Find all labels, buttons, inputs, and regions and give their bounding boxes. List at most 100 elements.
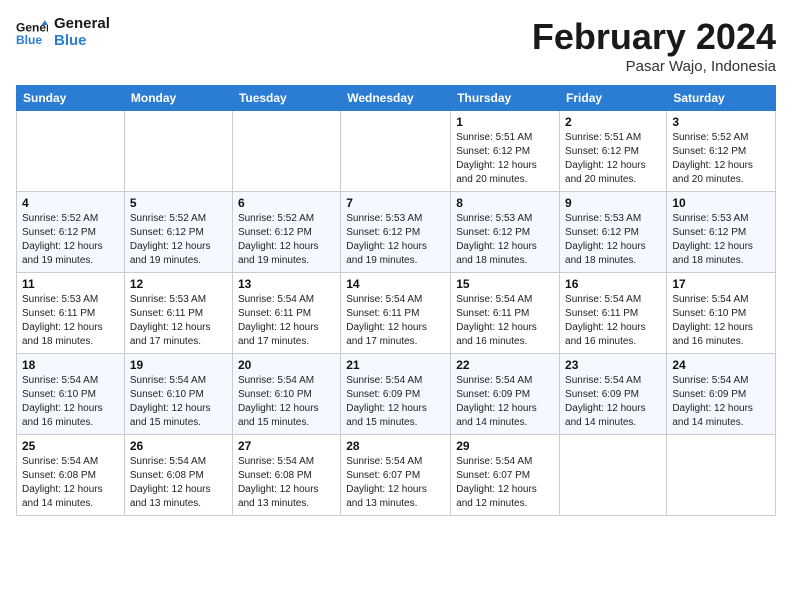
calendar-cell: 4 Sunrise: 5:52 AM Sunset: 6:12 PM Daylig… [17, 192, 125, 273]
day-info: Sunrise: 5:53 AM Sunset: 6:12 PM Dayligh… [456, 212, 554, 268]
day-number: 6 [238, 196, 335, 210]
calendar-cell [232, 111, 340, 192]
day-number: 2 [565, 115, 661, 129]
day-number: 20 [238, 358, 335, 372]
day-number: 26 [130, 439, 227, 453]
calendar-week-row: 25 Sunrise: 5:54 AM Sunset: 6:08 PM Dayli… [17, 435, 776, 516]
calendar-cell [17, 111, 125, 192]
day-info: Sunrise: 5:54 AM Sunset: 6:11 PM Dayligh… [238, 293, 335, 349]
calendar-week-row: 18 Sunrise: 5:54 AM Sunset: 6:10 PM Dayli… [17, 354, 776, 435]
day-number: 7 [346, 196, 445, 210]
day-number: 11 [22, 277, 119, 291]
calendar-cell: 11 Sunrise: 5:53 AM Sunset: 6:11 PM Dayli… [17, 273, 125, 354]
day-info: Sunrise: 5:52 AM Sunset: 6:12 PM Dayligh… [238, 212, 335, 268]
calendar-cell: 10 Sunrise: 5:53 AM Sunset: 6:12 PM Dayli… [667, 192, 776, 273]
day-info: Sunrise: 5:54 AM Sunset: 6:09 PM Dayligh… [346, 374, 445, 430]
calendar-cell: 1Sunrise: 5:51 AM Sunset: 6:12 PM Daylig… [451, 111, 560, 192]
calendar-cell: 5 Sunrise: 5:52 AM Sunset: 6:12 PM Daylig… [124, 192, 232, 273]
day-number: 10 [672, 196, 770, 210]
calendar-cell: 16 Sunrise: 5:54 AM Sunset: 6:11 PM Dayli… [560, 273, 667, 354]
calendar-cell: 3Sunrise: 5:52 AM Sunset: 6:12 PM Daylig… [667, 111, 776, 192]
day-number: 24 [672, 358, 770, 372]
day-info: Sunrise: 5:54 AM Sunset: 6:11 PM Dayligh… [346, 293, 445, 349]
weekday-header-tuesday: Tuesday [232, 86, 340, 111]
day-info: Sunrise: 5:53 AM Sunset: 6:12 PM Dayligh… [346, 212, 445, 268]
day-info: Sunrise: 5:54 AM Sunset: 6:07 PM Dayligh… [456, 455, 554, 511]
day-info: Sunrise: 5:54 AM Sunset: 6:11 PM Dayligh… [456, 293, 554, 349]
svg-text:Blue: Blue [16, 33, 42, 47]
weekday-header-monday: Monday [124, 86, 232, 111]
weekday-header-saturday: Saturday [667, 86, 776, 111]
day-info: Sunrise: 5:54 AM Sunset: 6:10 PM Dayligh… [130, 374, 227, 430]
day-info: Sunrise: 5:54 AM Sunset: 6:11 PM Dayligh… [565, 293, 661, 349]
calendar-week-row: 4 Sunrise: 5:52 AM Sunset: 6:12 PM Daylig… [17, 192, 776, 273]
day-number: 25 [22, 439, 119, 453]
day-info: Sunrise: 5:54 AM Sunset: 6:08 PM Dayligh… [130, 455, 227, 511]
month-title: February 2024 [532, 16, 776, 58]
day-info: Sunrise: 5:52 AM Sunset: 6:12 PM Dayligh… [672, 131, 770, 187]
calendar-cell: 9 Sunrise: 5:53 AM Sunset: 6:12 PM Daylig… [560, 192, 667, 273]
calendar-cell: 8 Sunrise: 5:53 AM Sunset: 6:12 PM Daylig… [451, 192, 560, 273]
day-info: Sunrise: 5:53 AM Sunset: 6:11 PM Dayligh… [22, 293, 119, 349]
weekday-header-row: SundayMondayTuesdayWednesdayThursdayFrid… [17, 86, 776, 111]
day-number: 18 [22, 358, 119, 372]
calendar-cell: 22 Sunrise: 5:54 AM Sunset: 6:09 PM Dayli… [451, 354, 560, 435]
day-info: Sunrise: 5:54 AM Sunset: 6:08 PM Dayligh… [22, 455, 119, 511]
day-info: Sunrise: 5:53 AM Sunset: 6:12 PM Dayligh… [565, 212, 661, 268]
calendar-cell: 25 Sunrise: 5:54 AM Sunset: 6:08 PM Dayli… [17, 435, 125, 516]
day-info: Sunrise: 5:54 AM Sunset: 6:10 PM Dayligh… [238, 374, 335, 430]
day-number: 22 [456, 358, 554, 372]
logo-icon: General Blue [16, 17, 48, 49]
logo: General Blue General Blue [16, 16, 110, 49]
calendar-cell: 2 Sunrise: 5:51 AM Sunset: 6:12 PM Daylig… [560, 111, 667, 192]
day-number: 1 [456, 115, 554, 129]
day-info: Sunrise: 5:54 AM Sunset: 6:09 PM Dayligh… [456, 374, 554, 430]
day-info: Sunrise: 5:54 AM Sunset: 6:10 PM Dayligh… [22, 374, 119, 430]
day-number: 14 [346, 277, 445, 291]
calendar-cell: 26 Sunrise: 5:54 AM Sunset: 6:08 PM Dayli… [124, 435, 232, 516]
location-subtitle: Pasar Wajo, Indonesia [532, 58, 776, 75]
weekday-header-sunday: Sunday [17, 86, 125, 111]
calendar-cell [667, 435, 776, 516]
day-info: Sunrise: 5:54 AM Sunset: 6:09 PM Dayligh… [672, 374, 770, 430]
day-number: 21 [346, 358, 445, 372]
day-info: Sunrise: 5:53 AM Sunset: 6:12 PM Dayligh… [672, 212, 770, 268]
day-number: 15 [456, 277, 554, 291]
day-number: 5 [130, 196, 227, 210]
calendar-week-row: 11 Sunrise: 5:53 AM Sunset: 6:11 PM Dayli… [17, 273, 776, 354]
day-number: 23 [565, 358, 661, 372]
calendar-table: SundayMondayTuesdayWednesdayThursdayFrid… [16, 85, 776, 516]
day-info: Sunrise: 5:52 AM Sunset: 6:12 PM Dayligh… [130, 212, 227, 268]
logo-general-text: General [54, 16, 110, 33]
day-info: Sunrise: 5:51 AM Sunset: 6:12 PM Dayligh… [565, 131, 661, 187]
calendar-cell [341, 111, 451, 192]
day-number: 16 [565, 277, 661, 291]
weekday-header-thursday: Thursday [451, 86, 560, 111]
calendar-cell: 17Sunrise: 5:54 AM Sunset: 6:10 PM Dayli… [667, 273, 776, 354]
calendar-cell: 23Sunrise: 5:54 AM Sunset: 6:09 PM Dayli… [560, 354, 667, 435]
calendar-week-row: 1 Sunrise: 5:51 AM Sunset: 6:12 PM Daylig… [17, 111, 776, 192]
calendar-cell: 29 Sunrise: 5:54 AM Sunset: 6:07 PM Dayli… [451, 435, 560, 516]
day-number: 12 [130, 277, 227, 291]
calendar-cell: 14 Sunrise: 5:54 AM Sunset: 6:11 PM Dayli… [341, 273, 451, 354]
day-number: 8 [456, 196, 554, 210]
calendar-cell [124, 111, 232, 192]
title-block: February 2024 Pasar Wajo, Indonesia [532, 16, 776, 75]
day-number: 4 [22, 196, 119, 210]
day-number: 28 [346, 439, 445, 453]
logo-blue-text: Blue [54, 33, 110, 50]
calendar-cell: 24 Sunrise: 5:54 AM Sunset: 6:09 PM Dayli… [667, 354, 776, 435]
calendar-cell: 20 Sunrise: 5:54 AM Sunset: 6:10 PM Dayli… [232, 354, 340, 435]
day-number: 19 [130, 358, 227, 372]
calendar-cell [560, 435, 667, 516]
page-header: General Blue General Blue February 2024 … [16, 16, 776, 75]
day-number: 29 [456, 439, 554, 453]
day-number: 13 [238, 277, 335, 291]
day-info: Sunrise: 5:52 AM Sunset: 6:12 PM Dayligh… [22, 212, 119, 268]
day-number: 9 [565, 196, 661, 210]
svg-text:General: General [16, 20, 48, 34]
calendar-cell: 15 Sunrise: 5:54 AM Sunset: 6:11 PM Dayli… [451, 273, 560, 354]
day-info: Sunrise: 5:54 AM Sunset: 6:08 PM Dayligh… [238, 455, 335, 511]
day-info: Sunrise: 5:53 AM Sunset: 6:11 PM Dayligh… [130, 293, 227, 349]
calendar-cell: 13 Sunrise: 5:54 AM Sunset: 6:11 PM Dayli… [232, 273, 340, 354]
